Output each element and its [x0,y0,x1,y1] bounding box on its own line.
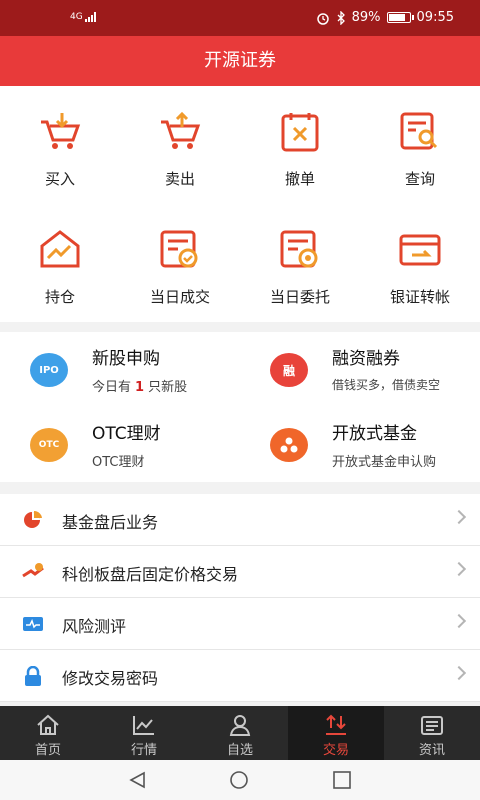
signal-indicator: 4G [70,12,96,22]
list-item-label: 风险测评 [62,617,127,636]
bank-transfer-button[interactable]: 银证转帐 [360,204,480,322]
otc-wealth-card[interactable]: OTC OTC理财 OTC理财 [0,407,240,482]
services-panel: IPO 新股申购 今日有 1 只新股 融 融资融券 借钱买多，借债卖空 OTC OT… [0,332,480,482]
otc-badge-icon: OTC [30,428,68,462]
chevron-right-icon [451,613,467,629]
system-navigation-bar [0,760,480,800]
tab-label: 首页 [34,743,61,758]
cancel-order-icon [281,113,319,152]
bottom-tab-bar: 首页 行情 自选 交易 资讯 [0,706,480,760]
buy-button[interactable]: 买入 [0,86,120,204]
star-market-icon [22,563,44,578]
fund-subtitle: 开放式基金申认购 [332,455,437,470]
list-item-label: 修改交易密码 [62,669,159,688]
cart-up-icon [161,111,201,149]
bank-transfer-label: 银证转帐 [389,288,450,306]
tab-label: 自选 [226,743,253,758]
margin-trading-card[interactable]: 融 融资融券 借钱买多，借债卖空 [240,332,480,407]
holdings-house-icon [40,230,80,268]
holdings-button[interactable]: 持仓 [0,204,120,322]
clock: 09:55 [416,10,454,25]
deal-doc-icon [160,230,198,268]
tab-home[interactable]: 首页 [0,706,96,760]
pie-chart-icon [24,510,42,528]
fund-title: 开放式基金 [332,424,417,444]
trade-icon [326,714,346,735]
ipo-badge-icon: IPO [30,353,68,387]
tab-trade[interactable]: 交易 [288,706,384,760]
chart-line-icon [133,716,154,735]
sell-button[interactable]: 卖出 [120,86,240,204]
tab-label: 交易 [322,743,349,758]
battery-icon [386,12,414,23]
list-item-change-password[interactable]: 修改交易密码 [0,650,480,702]
otc-title: OTC理财 [92,424,161,444]
today-deals-label: 当日成交 [149,288,210,306]
buy-label: 买入 [44,170,75,188]
status-bar: 4G 89% 09:55 [0,0,480,36]
holdings-label: 持仓 [44,288,75,306]
today-entrust-label: 当日委托 [269,288,330,306]
home-icon [37,714,59,735]
home-circle-icon[interactable] [229,770,249,790]
margin-subtitle: 借钱买多，借债卖空 [332,378,441,392]
back-icon[interactable] [128,770,148,790]
search-doc-icon [400,112,438,150]
tab-label: 行情 [130,743,157,758]
chevron-right-icon [451,561,467,577]
ipo-sub-suffix: 只新股 [148,380,188,395]
recents-square-icon[interactable] [332,770,352,790]
ipo-title: 新股申购 [92,349,160,369]
query-label: 查询 [404,170,435,188]
list-item-label: 基金盘后业务 [62,513,159,532]
risk-wave-icon [23,617,43,631]
tab-market[interactable]: 行情 [96,706,192,760]
quick-actions-grid: 买入 卖出 撤单 查询 持仓 当日成交 当日委托 银证转帐 [0,86,480,322]
list-item-fund-after-hours[interactable]: 基金盘后业务 [0,494,480,546]
alarm-icon [316,12,329,25]
chevron-right-icon [451,665,467,681]
ipo-subscription-card[interactable]: IPO 新股申购 今日有 1 只新股 [0,332,240,407]
person-icon [229,715,251,736]
signal-bars-icon [84,12,96,22]
business-list: 基金盘后业务 科创板盘后固定价格交易 风险测评 修改交易密码 [0,494,480,702]
chevron-right-icon [451,509,467,525]
tab-news[interactable]: 资讯 [384,706,480,760]
sell-label: 卖出 [164,170,195,188]
ipo-subtitle: 今日有 1 只新股 [92,376,187,395]
margin-badge-icon: 融 [270,353,308,387]
network-type: 4G [70,12,83,22]
entrust-doc-icon [280,230,318,268]
transfer-card-icon [399,234,441,266]
today-entrust-button[interactable]: 当日委托 [240,204,360,322]
bluetooth-icon [337,10,345,25]
tab-watchlist[interactable]: 自选 [192,706,288,760]
ipo-count: 1 [135,380,145,395]
page-title: 开源证券 [0,36,480,86]
open-fund-card[interactable]: 开放式基金 开放式基金申认购 [240,407,480,482]
cancel-order-label: 撤单 [284,170,315,188]
cart-down-icon [41,113,81,149]
tab-label: 资讯 [418,743,445,758]
query-button[interactable]: 查询 [360,86,480,204]
list-item-risk-assessment[interactable]: 风险测评 [0,598,480,650]
list-item-label: 科创板盘后固定价格交易 [62,565,239,584]
cancel-order-button[interactable]: 撤单 [240,86,360,204]
battery-fill [388,14,406,21]
today-deals-button[interactable]: 当日成交 [120,204,240,322]
fund-dots-icon [270,428,308,462]
otc-subtitle: OTC理财 [92,455,145,470]
margin-title: 融资融券 [332,349,400,369]
lock-icon [25,666,41,686]
battery-percent: 89% [351,10,381,25]
ipo-sub-prefix: 今日有 [92,380,132,395]
list-item-star-market[interactable]: 科创板盘后固定价格交易 [0,546,480,598]
news-icon [421,716,443,735]
